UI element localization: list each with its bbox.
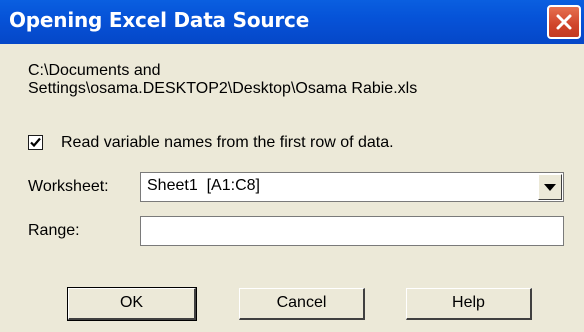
range-label: Range:	[28, 222, 80, 239]
close-button[interactable]	[547, 5, 581, 39]
file-path-line2: Settings\osama.DESKTOP2\Desktop\Osama Ra…	[28, 80, 418, 97]
cancel-button[interactable]: Cancel	[239, 288, 365, 320]
close-icon	[556, 14, 572, 30]
range-input[interactable]	[140, 216, 564, 246]
file-path-line1: C:\Documents and	[28, 62, 161, 79]
excel-data-source-dialog: Opening Excel Data Source C:\Documents a…	[0, 0, 584, 332]
file-path: C:\Documents and Settings\osama.DESKTOP2…	[28, 62, 568, 98]
dialog-title: Opening Excel Data Source	[9, 8, 310, 32]
worksheet-select[interactable]: Sheet1 [A1:C8]	[140, 172, 564, 202]
checkmark-icon	[30, 137, 41, 148]
chevron-down-icon	[544, 184, 556, 191]
worksheet-value: Sheet1 [A1:C8]	[147, 177, 260, 194]
read-names-checkbox[interactable]	[28, 135, 43, 150]
worksheet-dropdown-button[interactable]	[538, 174, 562, 200]
read-names-label: Read variable names from the first row o…	[61, 134, 394, 151]
help-button[interactable]: Help	[406, 288, 532, 320]
worksheet-label: Worksheet:	[28, 178, 109, 195]
ok-button[interactable]: OK	[67, 287, 197, 321]
title-bar[interactable]: Opening Excel Data Source	[0, 0, 584, 44]
